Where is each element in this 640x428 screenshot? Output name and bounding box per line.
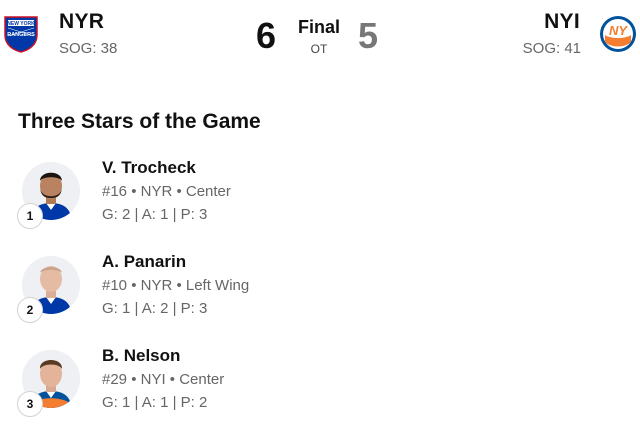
player-stats: G: 1 | A: 2 | P: 3 <box>102 300 208 317</box>
home-shots-on-goal: SOG: 38 <box>59 40 118 57</box>
islanders-logo-icon: NY <box>599 15 637 53</box>
svg-text:RANGERS: RANGERS <box>7 32 35 38</box>
star-rank-badge: 3 <box>17 391 43 417</box>
star-item[interactable]: 1 V. Trocheck #16 • NYR • Center G: 2 | … <box>0 158 640 238</box>
three-stars-title: Three Stars of the Game <box>18 110 261 133</box>
player-name: V. Trocheck <box>102 158 196 177</box>
star-rank-badge: 2 <box>17 297 43 323</box>
player-name: B. Nelson <box>102 346 181 365</box>
star-rank-badge: 1 <box>17 203 43 229</box>
home-score: 6 <box>256 15 277 56</box>
game-status: Final <box>297 17 340 37</box>
player-info: #16 • NYR • Center <box>102 183 231 200</box>
player-info: #29 • NYI • Center <box>102 371 225 388</box>
away-score: 5 <box>358 15 379 56</box>
star-item[interactable]: 3 B. Nelson #29 • NYI • Center G: 1 | A:… <box>0 346 640 426</box>
star-item[interactable]: 2 A. Panarin #10 • NYR • Left Wing G: 1 … <box>0 252 640 332</box>
player-info: #10 • NYR • Left Wing <box>102 277 250 294</box>
away-shots-on-goal: SOG: 41 <box>522 40 581 57</box>
home-team-abbr: NYR <box>59 10 105 33</box>
player-stats: G: 2 | A: 1 | P: 3 <box>102 206 208 223</box>
player-name: A. Panarin <box>102 252 187 271</box>
game-period: OT <box>310 42 328 56</box>
player-stats: G: 1 | A: 1 | P: 2 <box>102 394 208 411</box>
rangers-logo-icon: NEW YORK RANGERS <box>2 15 40 53</box>
away-team-abbr: NYI <box>544 10 580 33</box>
scoreboard: NEW YORK RANGERS NYR SOG: 38 6 Final OT … <box>0 0 640 70</box>
svg-text:NEW YORK: NEW YORK <box>7 21 35 27</box>
svg-text:NY: NY <box>609 23 628 38</box>
